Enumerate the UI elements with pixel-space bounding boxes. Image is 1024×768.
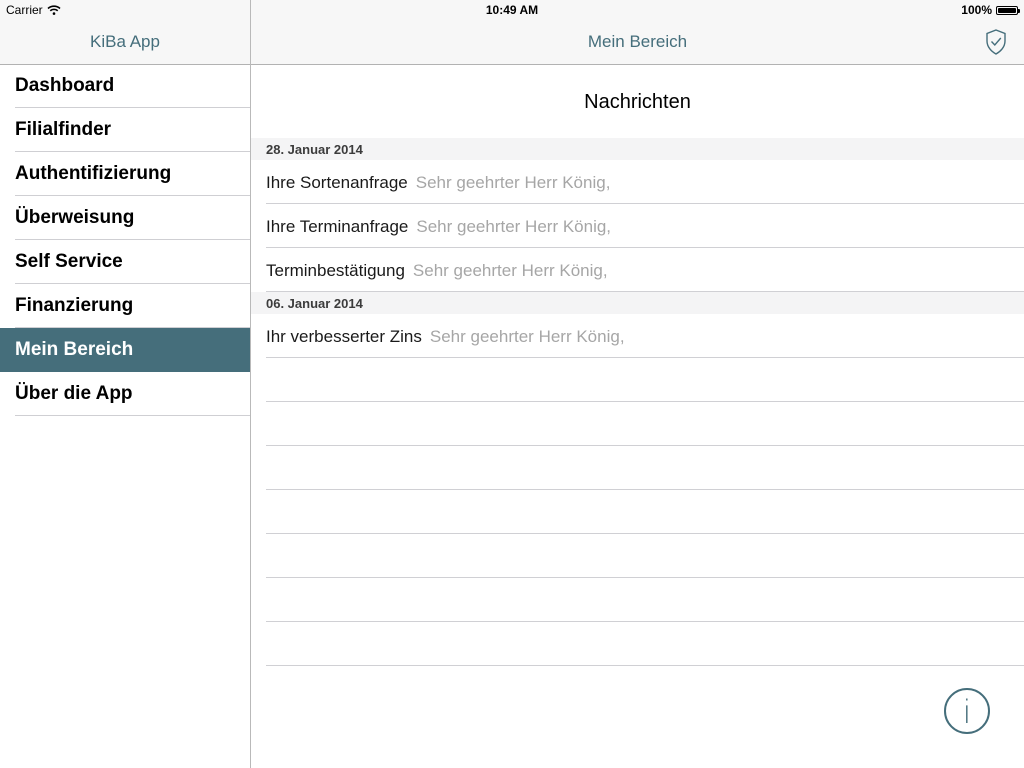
message-subject: Terminbestätigung	[266, 261, 405, 280]
section-title: Nachrichten	[584, 91, 691, 113]
message-text: Ihr verbesserter Zins Sehr geehrter Herr …	[266, 327, 625, 347]
battery-icon	[996, 5, 1020, 15]
message-row[interactable]: Ihr verbesserter Zins Sehr geehrter Herr …	[251, 314, 1024, 358]
empty-row-separator	[266, 445, 1024, 446]
message-row[interactable]: Terminbestätigung Sehr geehrter Herr Köni…	[251, 248, 1024, 292]
status-bar: Carrier 10:49 AM 100%	[0, 0, 1024, 20]
sidebar-item-label: Finanzierung	[15, 295, 134, 316]
sidebar-item-label: Über die App	[15, 383, 133, 404]
sidebar: KiBa App Dashboard Filialfinder Authentifi…	[0, 0, 251, 768]
sidebar-menu: Dashboard Filialfinder Authentifizierung Üb…	[0, 64, 250, 416]
empty-row-separator	[266, 621, 1024, 622]
sidebar-title: KiBa App	[90, 32, 160, 51]
sidebar-item[interactable]: Finanzierung	[0, 284, 250, 328]
sidebar-item[interactable]: Dashboard	[0, 64, 250, 108]
message-preview: Sehr geehrter Herr König,	[415, 173, 611, 192]
empty-row-separator	[266, 489, 1024, 490]
message-preview: Sehr geehrter Herr König,	[429, 327, 625, 346]
sidebar-item[interactable]: Filialfinder	[0, 108, 250, 152]
message-row[interactable]: Ihre Sortenanfrage Sehr geehrter Herr Kön…	[251, 160, 1024, 204]
sidebar-item-label: Authentifizierung	[15, 163, 172, 184]
sidebar-item-label: Überweisung	[15, 207, 135, 228]
info-button[interactable]: i	[944, 688, 990, 734]
status-time: 10:49 AM	[485, 3, 539, 17]
sidebar-item-label: Dashboard	[15, 75, 115, 96]
sidebar-item[interactable]: Über die App	[0, 372, 250, 416]
message-text: Terminbestätigung Sehr geehrter Herr Köni…	[266, 261, 608, 281]
battery-percent: 100%	[961, 3, 992, 17]
message-subject: Ihr verbesserter Zins	[266, 327, 422, 346]
message-subject: Ihre Terminanfrage	[266, 217, 409, 236]
message-subject: Ihre Sortenanfrage	[266, 173, 408, 192]
sidebar-item-label: Mein Bereich	[15, 339, 134, 360]
message-preview: Sehr geehrter Herr König,	[412, 261, 608, 280]
sidebar-item[interactable]: Mein Bereich	[0, 328, 250, 372]
message-text: Ihre Terminanfrage Sehr geehrter Herr Kön…	[266, 217, 611, 237]
message-preview: Sehr geehrter Herr König,	[416, 217, 612, 236]
sidebar-item[interactable]: Überweisung	[0, 196, 250, 240]
separator	[15, 415, 250, 416]
date-section-header: 28. Januar 2014	[251, 138, 1024, 160]
date-section-header: 06. Januar 2014	[251, 292, 1024, 314]
empty-row-separator	[266, 665, 1024, 666]
sidebar-item-label: Self Service	[15, 251, 123, 272]
row-separator	[266, 357, 1024, 358]
page-title: Mein Bereich	[587, 32, 688, 51]
shield-check-button[interactable]	[984, 28, 1008, 56]
info-icon: i	[962, 693, 972, 731]
main-panel: Mein Bereich Nachrichten 28. Januar 2014…	[251, 0, 1024, 768]
sidebar-item-label: Filialfinder	[15, 119, 112, 140]
empty-row-separator	[266, 533, 1024, 534]
sidebar-item[interactable]: Self Service	[0, 240, 250, 284]
sidebar-item[interactable]: Authentifizierung	[0, 152, 250, 196]
message-text: Ihre Sortenanfrage Sehr geehrter Herr Kön…	[266, 173, 610, 193]
shield-check-icon	[986, 29, 1006, 55]
empty-row-separator	[266, 401, 1024, 402]
section-date: 28. Januar 2014	[266, 142, 363, 157]
empty-row-separator	[266, 577, 1024, 578]
status-right: 100%	[961, 3, 1020, 17]
message-row[interactable]: Ihre Terminanfrage Sehr geehrter Herr Kön…	[251, 204, 1024, 248]
section-date: 06. Januar 2014	[266, 296, 363, 311]
